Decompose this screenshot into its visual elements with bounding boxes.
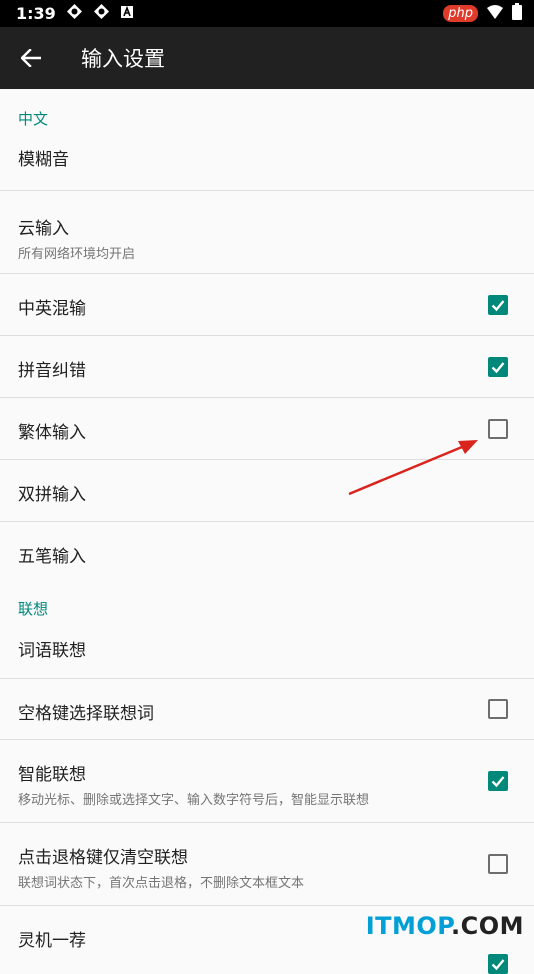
setting-backspace-clear[interactable]: 点击退格键仅清空联想 联想词状态下，首次点击退格，不删除文本框文本 (0, 823, 534, 906)
status-bar: 1:39 php (0, 0, 534, 27)
setting-summary: 移动光标、删除或选择文字、输入数字符号后，智能显示联想 (18, 793, 370, 808)
setting-title: 词语联想 (18, 641, 86, 661)
setting-smart-assoc[interactable]: 智能联想 移动光标、删除或选择文字、输入数字符号后，智能显示联想 (0, 740, 534, 823)
lingji-checkbox[interactable] (488, 954, 508, 974)
section-header-chinese: 中文 (18, 110, 49, 128)
page-title: 输入设置 (81, 47, 165, 71)
status-time: 1:39 (16, 4, 56, 23)
setting-cloud[interactable]: 云输入 所有网络环境均开启 (0, 191, 534, 274)
smart-assoc-checkbox[interactable] (488, 771, 508, 791)
setting-title: 双拼输入 (18, 485, 86, 505)
vpn-icon-2 (93, 3, 110, 24)
php-badge: php (443, 5, 478, 22)
setting-title: 五笔输入 (18, 547, 86, 567)
pinyin-correct-checkbox[interactable] (488, 356, 508, 377)
setting-title: 拼音纠错 (18, 361, 86, 381)
vpn-icon (66, 3, 83, 24)
arrow-left-icon (21, 49, 41, 67)
check-icon (491, 361, 505, 373)
traditional-checkbox[interactable] (488, 418, 508, 439)
watermark-text-b: .COM (450, 912, 524, 940)
setting-fuzzy[interactable]: 模糊音 (0, 145, 534, 191)
setting-word-assoc[interactable]: 词语联想 (0, 636, 534, 679)
watermark-text-a: ITMOP (365, 912, 451, 940)
setting-wubi[interactable]: 五笔输入 (0, 522, 534, 584)
backspace-clear-checkbox[interactable] (488, 854, 508, 874)
back-button[interactable] (18, 45, 44, 71)
section-header-assoc: 联想 (18, 600, 49, 618)
mixed-checkbox[interactable] (488, 294, 508, 315)
wifi-icon (486, 4, 504, 24)
check-icon (491, 959, 505, 971)
setting-traditional[interactable]: 繁体输入 (0, 398, 534, 460)
app-toolbar: 输入设置 (0, 27, 534, 89)
settings-list: 中文 模糊音 云输入 所有网络环境均开启 中英混输 拼音纠错 繁体输入 双拼输入… (0, 89, 534, 974)
setting-title: 空格键选择联想词 (18, 704, 154, 724)
setting-summary: 所有网络环境均开启 (18, 247, 136, 262)
setting-title: 智能联想 (18, 765, 86, 785)
setting-pinyin-correct[interactable]: 拼音纠错 (0, 336, 534, 398)
watermark-logo: ITMOP.COM (366, 912, 524, 940)
setting-shuangpin[interactable]: 双拼输入 (0, 460, 534, 522)
notification-icon (120, 5, 134, 23)
setting-title: 点击退格键仅清空联想 (18, 848, 188, 868)
space-select-checkbox[interactable] (488, 699, 508, 719)
setting-title: 模糊音 (18, 150, 69, 170)
setting-title: 云输入 (18, 219, 69, 239)
setting-title: 繁体输入 (18, 423, 86, 443)
setting-title: 中英混输 (18, 299, 86, 319)
setting-space-select[interactable]: 空格键选择联想词 (0, 679, 534, 740)
check-icon (491, 776, 505, 788)
battery-icon (512, 3, 522, 24)
setting-mixed[interactable]: 中英混输 (0, 274, 534, 336)
setting-summary: 联想词状态下，首次点击退格，不删除文本框文本 (18, 876, 305, 891)
check-icon (491, 299, 505, 311)
status-right: php (443, 0, 522, 27)
